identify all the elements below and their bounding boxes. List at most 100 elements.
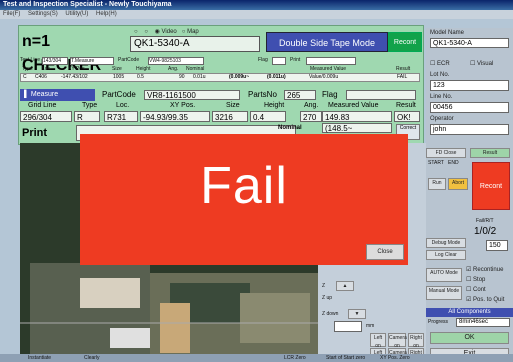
grid-val-xy: -94.93/99.35 <box>140 111 210 122</box>
radio-map[interactable]: ○ Map <box>182 29 199 35</box>
fail-dialog: Fail Close <box>80 134 408 265</box>
cell-result: FAIL <box>397 74 408 80</box>
station-title: n=1 CHECKER <box>20 30 130 74</box>
print-label-small: Print <box>290 57 301 63</box>
status-item-5[interactable]: XY Pos. Zero <box>380 354 410 362</box>
result-label: Result <box>470 148 510 158</box>
flag-value-small <box>272 57 286 65</box>
status-item-2[interactable]: Clearly <box>84 354 100 362</box>
measure-flag-label: Flag <box>322 90 338 99</box>
print-label: Print <box>22 127 48 139</box>
auto-mode-button[interactable]: AUTO Mode <box>426 268 462 282</box>
col-loc: Loc. <box>42 66 52 72</box>
cell-type: C <box>23 74 27 80</box>
ecr-checkbox[interactable]: ☐ ECR <box>430 60 450 67</box>
operator-label: Operator <box>430 116 454 122</box>
grid-val-loc: R731 <box>104 111 138 122</box>
abort-button[interactable]: Abort <box>448 178 468 190</box>
measure-mode-label: T.Measure <box>70 57 114 65</box>
grid-val-size: 3216 <box>212 111 248 122</box>
radio-option-2[interactable]: ○ <box>144 29 149 35</box>
view-radio-group: ○ ○ ◉ Video ○ Map <box>134 28 264 36</box>
model-name-field[interactable]: QK1-5340-A <box>430 38 509 48</box>
pos-to-quit-checkbox[interactable]: ☑ Pos. to Quit <box>466 296 504 303</box>
cell-lower: (0.009u~ <box>229 74 250 80</box>
radio-option-1[interactable]: ○ <box>134 29 139 35</box>
nominal-label: Nominal <box>278 125 302 131</box>
z-up-label: Z up <box>322 295 333 301</box>
grid-val-ang: 270 <box>300 111 322 122</box>
line-no-field[interactable]: 00456 <box>430 102 509 113</box>
right-on-button[interactable]: Right on <box>408 333 424 349</box>
model-name-label: Model Name <box>430 30 465 36</box>
double-side-tape-mode-button[interactable]: Double Side Tape Mode <box>266 32 388 52</box>
z-value-field[interactable] <box>334 321 362 332</box>
fd-close-button[interactable]: FD Close <box>426 148 466 158</box>
cell-size: 1005 <box>113 74 125 80</box>
z-down-label: Z down <box>322 311 339 317</box>
cell-xy: -147.43/102 <box>61 74 88 80</box>
end-label: END <box>448 160 459 166</box>
lot-no-label: Lot No. <box>430 72 450 78</box>
status-item-4[interactable]: Start of Start zero <box>326 354 365 362</box>
left-on-button[interactable]: Left on <box>370 333 386 349</box>
window-title: Test and Inspection Specialist - Newly T… <box>0 0 513 10</box>
menu-file[interactable]: File(F) <box>3 11 20 17</box>
fail-r-t-label: Fail/R/T <box>476 218 494 224</box>
debug-mode-button[interactable]: Debug Mode <box>426 238 466 248</box>
visual-checkbox[interactable]: ☐ Visual <box>470 60 493 67</box>
info-table-row: C C406 -147.43/102 1005 0.5 90 0.01u (0.… <box>20 73 420 82</box>
part-code-small-label: PartCode <box>118 57 140 63</box>
col-nominal: Nominal <box>186 66 205 72</box>
print-value-small <box>306 57 356 65</box>
menu-utility[interactable]: Utility(U) <box>65 11 88 17</box>
grid-val-gridline: 296/304 <box>20 111 72 122</box>
camera-on-button[interactable]: Camera on <box>388 333 407 349</box>
zoom-select[interactable]: 150 <box>486 240 508 251</box>
lot-no-field[interactable]: 123 <box>430 80 509 91</box>
grid-col-type: Type <box>82 102 98 109</box>
parts-no-label: PartsNo <box>248 90 277 99</box>
recont-button[interactable]: Recont <box>388 32 422 52</box>
cell-nominal: 0.01u <box>193 74 206 80</box>
grid-col-xy: XY Pos. <box>170 102 196 109</box>
grid-val-measured: 149.83 <box>322 111 392 122</box>
operator-field[interactable]: john <box>430 124 509 135</box>
status-item-3[interactable]: LCR Zero <box>284 354 306 362</box>
cell-height: 0.5 <box>137 74 144 80</box>
grid-values-row: 296/304 R R731 -94.93/99.35 3216 0.4 270… <box>20 111 420 122</box>
stop-checkbox[interactable]: ☐ Stop <box>466 276 485 283</box>
cont-checkbox[interactable]: ☐ Cont <box>466 286 486 293</box>
recontinue-checkbox[interactable]: ☑ Recontinue <box>466 266 503 273</box>
z-up-button[interactable]: ▲ <box>336 281 354 291</box>
grid-col-loc: Loc. <box>116 102 130 109</box>
manual-mode-button[interactable]: Manual Mode <box>426 286 462 300</box>
grid-val-type: R <box>74 111 100 122</box>
parts-no-value: 265 <box>284 90 316 100</box>
cell-ang: 90 <box>179 74 185 80</box>
col-measured: Measured Value <box>310 66 347 72</box>
ok-button[interactable]: OK <box>430 332 509 344</box>
grid-col-result: Result <box>396 102 416 109</box>
log-clear-button[interactable]: Log Clear <box>426 250 466 260</box>
grid-col-size: Size <box>226 102 240 109</box>
cell-measured: Value/0.009u <box>309 74 339 80</box>
right-panel: Model Name QK1-5340-A ☐ ECR ☐ Visual Lot… <box>426 28 513 362</box>
menu-help[interactable]: Help(H) <box>96 11 117 17</box>
grid-col-height: Height <box>264 102 285 109</box>
test-line-label: Test Line <box>20 57 41 63</box>
all-components-tab[interactable]: All Components <box>426 308 513 317</box>
z-down-button[interactable]: ▼ <box>348 309 366 319</box>
info-table-header: Type Loc. XY Pos. Size Height Ang. Nomin… <box>20 66 420 73</box>
close-button[interactable]: Close <box>366 244 404 260</box>
radio-video[interactable]: ◉ Video <box>155 29 177 35</box>
menu-settings[interactable]: Settings(S) <box>28 11 58 17</box>
status-bar: Instantiate Clearly LCR Zero Start of St… <box>0 354 513 362</box>
app-window: Test and Inspection Specialist - Newly T… <box>0 0 513 362</box>
status-item-1[interactable]: Instantiate <box>28 354 51 362</box>
grid-val-height: 0.4 <box>250 111 286 122</box>
measure-label: ▌ Measure <box>20 89 95 101</box>
run-button[interactable]: Run <box>428 178 446 190</box>
measure-partcode-value: VR8-1161500 <box>144 90 240 100</box>
nominal-value: (148.5~ <box>322 123 392 133</box>
